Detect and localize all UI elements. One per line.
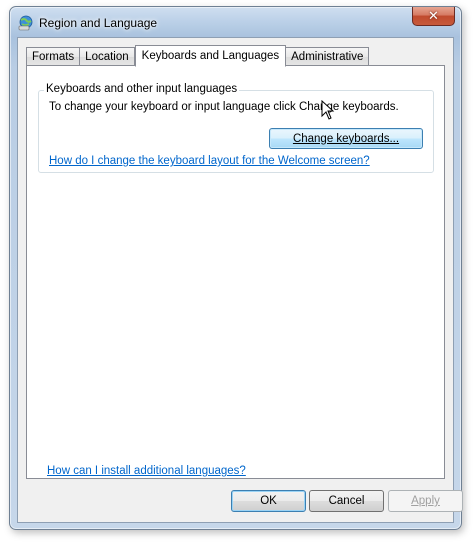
tab-keyboards-and-languages[interactable]: Keyboards and Languages [134,45,287,67]
change-keyboards-label: Change keyboards... [292,132,400,145]
close-icon: ✕ [428,8,439,23]
title-bar[interactable]: Region and Language ✕ [10,7,461,37]
change-keyboards-button[interactable]: Change keyboards... [269,128,423,149]
tab-administrative[interactable]: Administrative [286,47,370,66]
tab-location[interactable]: Location [80,47,135,66]
keyboards-tab-panel: Keyboards and other input languages To c… [26,65,445,479]
welcome-screen-layout-link[interactable]: How do I change the keyboard layout for … [49,155,370,167]
mouse-pointer-icon [321,100,335,120]
cancel-button[interactable]: Cancel [309,490,384,512]
dialog-window: Region and Language ✕ Formats Location K… [9,6,463,530]
close-button[interactable]: ✕ [412,7,455,26]
globe-keyboard-icon [18,15,33,31]
install-languages-link[interactable]: How can I install additional languages? [47,465,246,477]
tab-formats[interactable]: Formats [26,47,81,66]
tab-strip: Formats Location Keyboards and Languages… [26,44,370,67]
keyboards-group-box: Keyboards and other input languages To c… [38,83,434,173]
apply-button[interactable]: Apply [388,490,463,512]
group-description: To change your keyboard or input languag… [49,101,399,113]
window-title: Region and Language [39,16,158,30]
dialog-client-area: Formats Location Keyboards and Languages… [17,37,463,523]
ok-button[interactable]: OK [231,490,306,512]
group-legend: Keyboards and other input languages [44,83,240,95]
